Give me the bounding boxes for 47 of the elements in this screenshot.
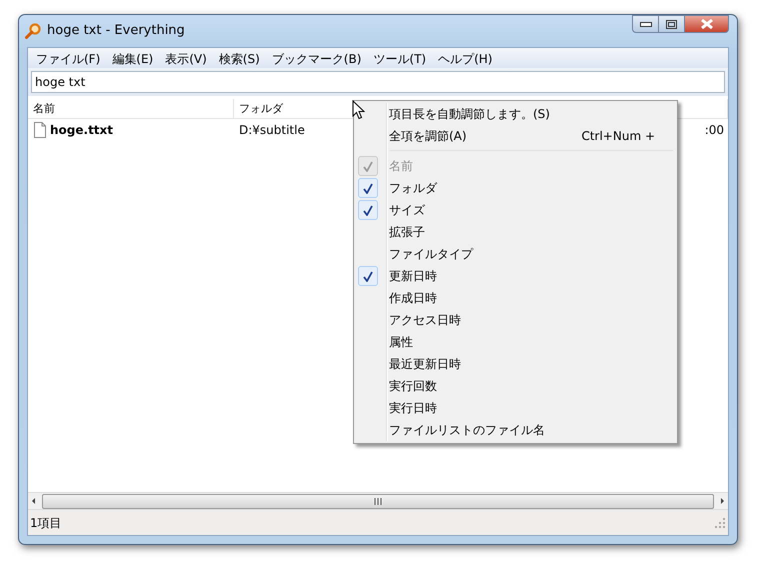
table-cell-text: :00 [704,122,724,139]
folder-cell-text: D:¥subtitle [238,122,305,139]
column-header[interactable]: 名前 [28,99,234,118]
menu-item[interactable]: アクセス日時 [389,311,461,329]
menu-item[interactable]: ファイルリストのファイル名 [389,421,545,439]
file-name: hoge.ttxt [50,122,114,139]
checkbox[interactable] [358,200,378,220]
menu-item[interactable]: サイズ [389,201,425,219]
menu-item[interactable]: 最近更新日時 [389,355,461,373]
menu-item[interactable]: 作成日時 [389,289,437,307]
close-button[interactable] [685,15,729,33]
resize-grip-icon[interactable] [715,518,725,528]
menu-item[interactable]: 更新日時 [389,267,437,285]
menu-item[interactable]: 表示(V) [159,48,213,68]
check-icon [363,182,373,194]
menu-item[interactable]: 拡張子 [389,223,425,241]
minimize-button[interactable] [632,15,659,33]
maximize-button[interactable] [659,15,685,33]
search-field[interactable]: hoge txt [31,71,725,93]
checkbox[interactable] [358,266,378,286]
window-title: hoge txt - Everything [47,22,185,40]
scrollbar-thumb[interactable] [42,494,714,508]
menu-item[interactable]: ブックマーク(B) [266,48,368,68]
menu-item[interactable]: フォルダ [389,179,437,197]
shortcut-text: Ctrl+Num + [581,128,655,145]
menu-item[interactable]: 属性 [389,333,413,351]
menu-item[interactable]: 編集(E) [106,48,160,68]
check-icon [363,160,373,172]
close-icon [700,19,714,29]
menu-item[interactable]: ツール(T) [367,48,432,68]
menu-item[interactable]: 検索(S) [212,48,266,68]
menu-item[interactable]: ヘルプ(H) [432,48,498,68]
status-text: 1項目 [30,514,62,532]
minimize-icon [640,22,652,26]
check-icon [363,204,373,216]
menu-item[interactable]: 項目長を自動調節します。(S) [389,105,550,123]
checkbox[interactable] [358,178,378,198]
menu-item: 名前 [389,158,413,175]
menu-item[interactable]: 実行回数 [389,377,437,395]
maximize-icon [666,20,677,28]
menu-item[interactable]: 全項を調節(A) [389,127,467,145]
magnifier-icon [25,23,41,39]
menu-item[interactable]: ファイルタイプ [389,245,473,263]
menu-item[interactable]: ファイル(F) [30,48,106,68]
menu-item[interactable]: 実行日時 [389,399,437,417]
file-icon [34,122,46,138]
check-icon [363,270,373,282]
